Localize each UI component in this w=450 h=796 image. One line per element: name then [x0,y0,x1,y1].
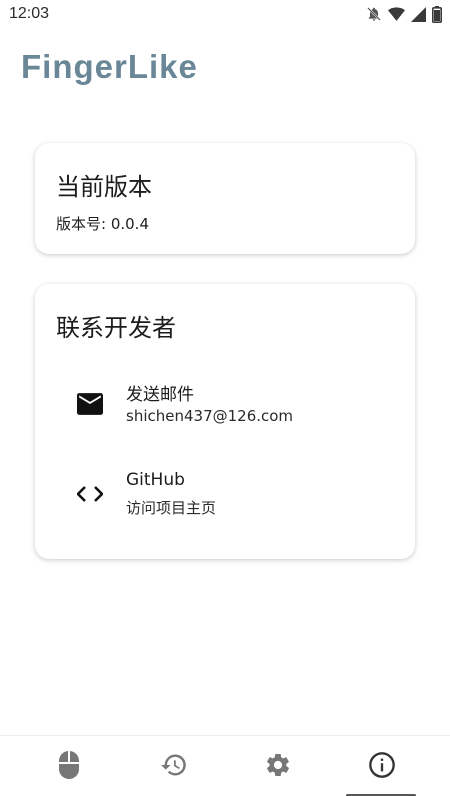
history-icon [160,751,188,783]
send-email-item[interactable]: 发送邮件 shichen437@126.com [35,374,415,434]
nav-item-mouse[interactable] [13,736,125,796]
notifications-off-icon [366,6,382,22]
mouse-icon [58,750,80,784]
status-icons [366,5,442,23]
nav-item-settings[interactable] [222,736,334,796]
bottom-nav [0,735,450,796]
nav-item-about[interactable] [326,736,438,796]
signal-icon [411,6,426,22]
mail-icon [76,390,104,418]
github-subtitle: 访问项目主页 [126,499,217,517]
send-email-title: 发送邮件 [126,385,194,405]
app-title: FingerLike [21,48,198,85]
github-item[interactable]: GitHub 访问项目主页 [35,464,415,524]
code-icon [76,480,104,508]
version-number: 版本号: 0.0.4 [56,215,149,233]
email-address: shichen437@126.com [126,407,294,425]
settings-icon [264,751,292,783]
nav-item-history[interactable] [118,736,230,796]
github-title: GitHub [126,470,185,490]
battery-icon [432,5,442,23]
screen: 12:03 FingerLike 当前版本 版本号: 0.0.4 联系开发者 发… [0,0,450,796]
version-card: 当前版本 版本号: 0.0.4 [35,143,415,254]
version-card-title: 当前版本 [56,173,152,201]
status-bar: 12:03 [0,0,450,30]
info-icon [368,751,396,783]
status-time: 12:03 [9,5,50,22]
wifi-icon [388,6,405,22]
contact-card-title: 联系开发者 [56,314,176,342]
contact-card: 联系开发者 发送邮件 shichen437@126.com GitHub 访问项… [35,284,415,559]
